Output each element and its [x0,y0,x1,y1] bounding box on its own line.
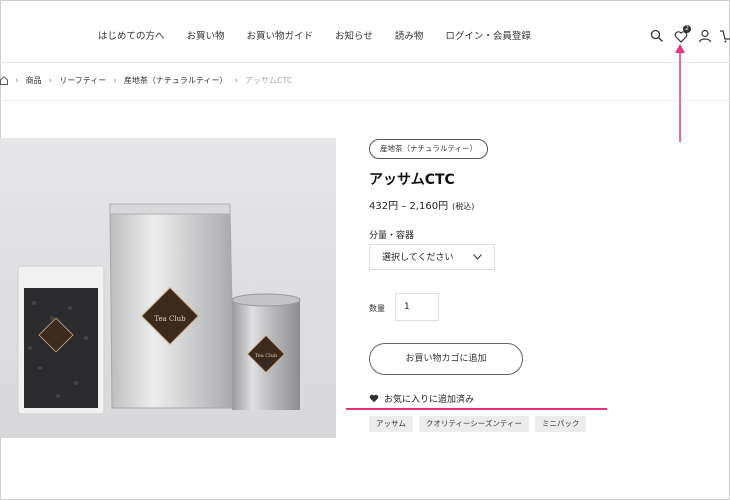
breadcrumb-current: アッサムCTC [245,76,293,85]
nav-item-login[interactable]: ログイン・会員登録 [445,28,531,42]
breadcrumb-divider [0,100,730,101]
heart-filled-icon [369,394,379,403]
chevron-right-icon: › [15,75,19,86]
tag-quality-season[interactable]: クオリティーシーズンティー [418,416,529,432]
product-price: 432円 – 2,160円 (税込) [369,197,474,212]
price-range: 432円 – 2,160円 [369,201,449,212]
cart-icon[interactable] [720,29,730,43]
chevron-right-icon: › [48,75,53,86]
header-divider [0,62,730,63]
product-title: アッサムCTC [369,172,455,188]
nav-item-reading[interactable]: 読み物 [395,28,424,42]
nav-item-guide[interactable]: お買い物ガイド [247,28,314,42]
home-icon[interactable] [0,76,8,85]
chevron-down-icon [473,254,482,260]
highlight-underline [346,408,607,410]
favorite-status[interactable]: お気に入りに追加済み [369,392,474,405]
product-image[interactable]: Tea Club Tea Club [0,138,336,438]
svg-text:Tea Club: Tea Club [154,315,186,323]
nav-item-shopping[interactable]: お買い物 [187,28,225,42]
add-to-cart-button[interactable]: お買い物カゴに追加 [369,343,523,375]
tag-assam[interactable]: アッサム [369,416,413,432]
breadcrumb: › 商品 › リーフティー › 産地茶（ナチュラルティー） › アッサムCTC [0,75,292,86]
annotation-arrow [675,44,685,142]
product-tags: アッサム クオリティーシーズンティー ミニパック [369,416,592,432]
favorite-status-text: お気に入りに追加済み [384,395,475,405]
breadcrumb-item-leaf-tea[interactable]: リーフティー [59,75,106,86]
option-select-value: 選択してください [382,253,454,263]
main-nav: はじめての方へ お買い物 お買い物ガイド お知らせ 読み物 ログイン・会員登録 [98,28,553,42]
option-select[interactable]: 選択してください [369,244,495,270]
chevron-right-icon: › [234,75,239,86]
category-badge[interactable]: 産地茶（ナチュラルティー） [369,139,489,159]
option-label: 分量・容器 [369,231,415,241]
user-icon[interactable] [698,29,712,43]
quantity-label: 数量 [369,304,385,313]
nav-item-news[interactable]: お知らせ [335,28,373,42]
tax-note: (税込) [452,202,475,211]
chevron-right-icon: › [113,75,117,86]
nav-item-first-time[interactable]: はじめての方へ [98,28,165,42]
quantity-input[interactable]: 1 [395,293,439,321]
search-icon[interactable] [650,29,664,43]
svg-text:Tea Club: Tea Club [255,353,277,359]
favorites-count-badge: 2 [683,25,691,33]
breadcrumb-item-products[interactable]: 商品 [26,75,42,86]
tag-mini-pack[interactable]: ミニパック [534,416,587,432]
breadcrumb-item-origin-tea[interactable]: 産地茶（ナチュラルティー） [124,75,228,86]
